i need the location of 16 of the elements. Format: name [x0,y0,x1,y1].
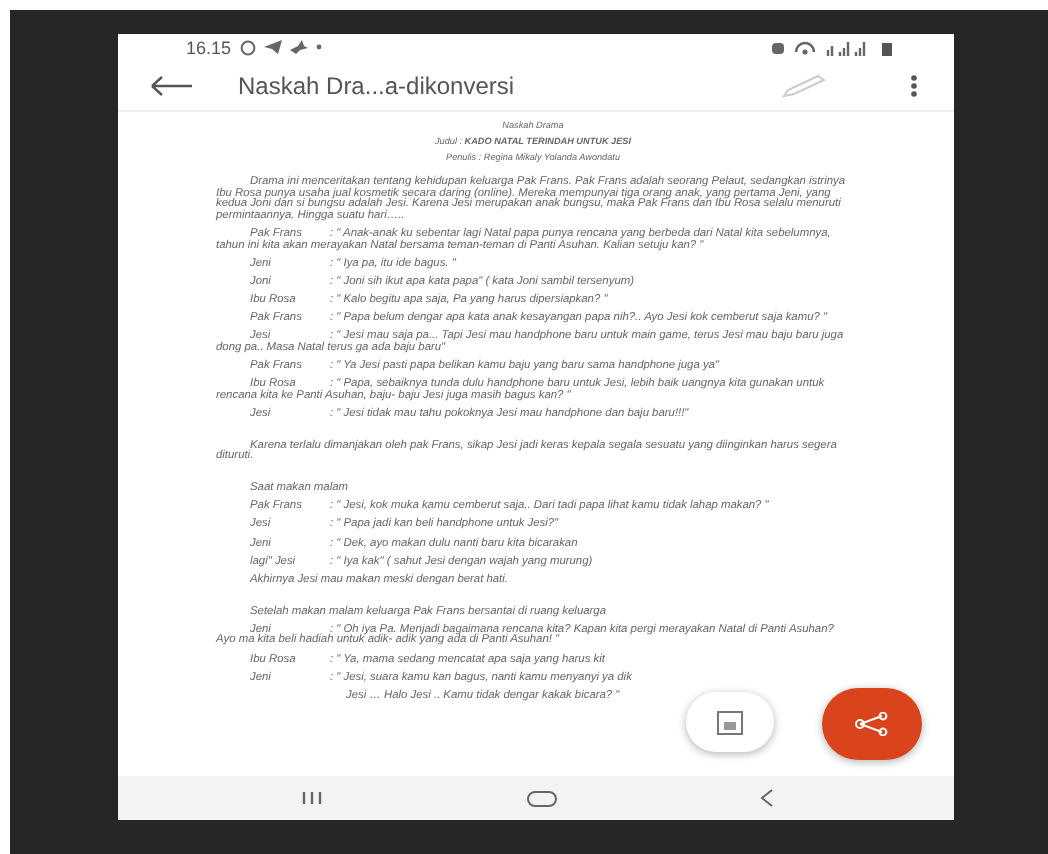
share-icon [854,712,890,736]
status-time: 16.15 [186,37,232,57]
chat-icon [239,39,256,55]
battery-icon [880,39,894,55]
document-title: Naskah Dra...a-dikonversi [238,71,517,99]
back-button[interactable] [150,75,194,95]
recent-apps-button[interactable] [299,790,323,806]
document-icon [716,709,744,735]
hotspot-icon [794,39,816,55]
share-button[interactable] [822,688,922,760]
more-icon[interactable] [910,73,918,97]
dot-icon [315,44,322,50]
save-button[interactable] [686,692,774,752]
back-nav-button[interactable] [759,788,773,808]
send-icon [263,40,282,54]
home-button[interactable] [525,789,557,807]
